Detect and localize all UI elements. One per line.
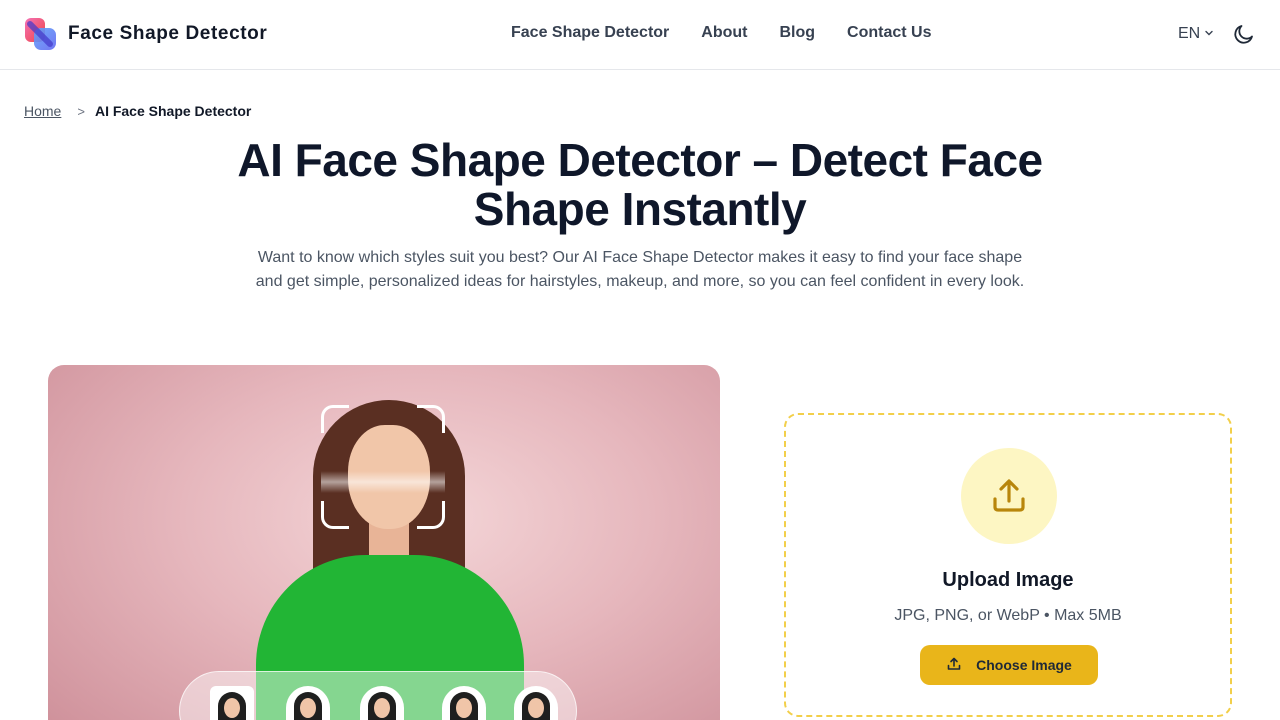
choose-image-label: Choose Image <box>976 657 1072 673</box>
face-shape-thumbnails <box>179 671 577 720</box>
face-scan-frame <box>321 405 445 529</box>
nav-face-shape-detector[interactable]: Face Shape Detector <box>511 24 669 42</box>
face-scan-illustration <box>48 365 720 720</box>
face-shape-thumb <box>360 686 404 720</box>
upload-dropzone[interactable]: Upload Image JPG, PNG, or WebP • Max 5MB… <box>784 413 1232 717</box>
breadcrumb-separator: > <box>77 103 85 119</box>
upload-hint: JPG, PNG, or WebP • Max 5MB <box>894 607 1122 624</box>
choose-image-button[interactable]: Choose Image <box>920 645 1098 685</box>
face-shape-thumb <box>210 686 254 720</box>
language-label: EN <box>1178 25 1201 42</box>
upload-title: Upload Image <box>942 569 1074 591</box>
brand-name: Face Shape Detector <box>68 23 268 44</box>
upload-small-icon <box>946 656 962 675</box>
face-shape-thumb <box>286 686 330 720</box>
nav-about[interactable]: About <box>701 24 747 42</box>
language-selector[interactable]: EN <box>1178 25 1214 43</box>
upload-icon <box>961 448 1057 544</box>
moon-icon[interactable] <box>1232 22 1256 46</box>
nav-blog[interactable]: Blog <box>779 24 815 42</box>
scan-line <box>321 471 445 493</box>
site-header: Face Shape Detector Face Shape Detector … <box>0 0 1280 70</box>
face-shape-thumb <box>514 686 558 720</box>
page-subtitle: Want to know which styles suit you best?… <box>255 249 1025 290</box>
nav-contact-us[interactable]: Contact Us <box>847 24 931 42</box>
brand-logo-icon <box>24 16 58 52</box>
page-title: AI Face Shape Detector – Detect Face Sha… <box>237 134 1043 235</box>
chevron-down-icon <box>1204 25 1214 43</box>
breadcrumb: Home > AI Face Shape Detector <box>24 103 251 119</box>
brand-link[interactable]: Face Shape Detector <box>24 16 267 52</box>
main-nav: Face Shape Detector About Blog Contact U… <box>511 24 931 42</box>
breadcrumb-home[interactable]: Home <box>24 103 61 119</box>
breadcrumb-current: AI Face Shape Detector <box>94 103 252 119</box>
face-shape-thumb <box>442 686 486 720</box>
